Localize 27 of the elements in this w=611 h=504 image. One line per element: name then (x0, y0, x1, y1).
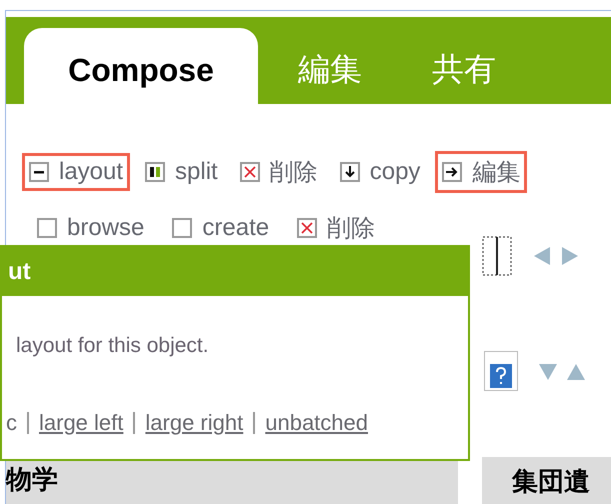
layout-link[interactable]: unbatched (265, 410, 368, 436)
delete-icon (297, 218, 318, 238)
minus-icon (29, 162, 49, 182)
popup-description: layout for this object. (16, 334, 210, 358)
box-icon (37, 218, 57, 238)
left-arrow-icon[interactable] (532, 245, 552, 267)
layout-option: c (6, 410, 17, 436)
toolbar-button[interactable]: 削除 (290, 207, 382, 249)
toolbar-button[interactable]: layout (22, 153, 130, 191)
toolbar-button[interactable]: browse (30, 209, 152, 247)
tab[interactable]: Compose (24, 28, 258, 104)
layout-link[interactable]: large right (145, 410, 244, 436)
toolbar-button[interactable]: 編集 (435, 151, 528, 193)
box-icon (172, 218, 192, 238)
toolbar-button[interactable]: 削除 (232, 151, 325, 193)
grid-icon[interactable] (482, 236, 512, 276)
split-icon (145, 162, 166, 182)
toolbar-button[interactable]: create (165, 209, 276, 247)
toolbar-button[interactable]: split (138, 153, 225, 191)
popup-title: ut (8, 258, 31, 286)
section-title: 集団遺 (512, 466, 590, 496)
section-title: 物学 (6, 464, 58, 494)
toolbar-button[interactable]: copy (332, 153, 428, 191)
help-icon[interactable] (484, 351, 518, 391)
right-arrow-icon[interactable] (560, 245, 580, 267)
layout-link[interactable]: large left (39, 410, 124, 436)
delete-icon (240, 162, 260, 182)
